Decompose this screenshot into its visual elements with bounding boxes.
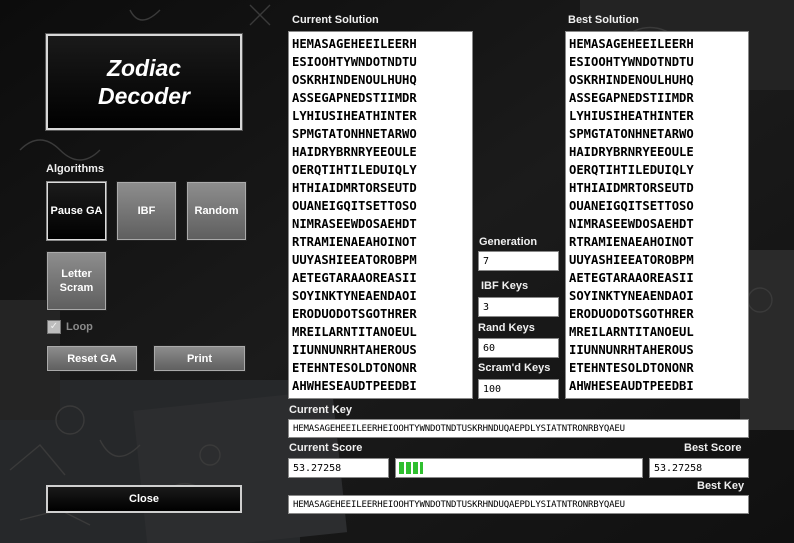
solution-line: OUANEIGQITSETTOSO [292,199,417,213]
solution-line: UUYASHIEEATOROBPM [569,253,694,267]
solution-line: ETEHNTESOLDTONONR [292,361,417,375]
solution-line: RTRAMIENAEAHOINOT [292,235,417,249]
solution-line: LYHIUSIHEATHINTER [292,109,417,123]
scram-keys-field: 100 [478,379,559,399]
solution-line: AETEGTARAAOREASII [292,271,417,285]
solution-line: OSKRHINDENOULHUHQ [569,73,694,87]
solution-line: OSKRHINDENOULHUHQ [292,73,417,87]
score-progress-bar [395,458,643,478]
loop-option[interactable]: ✓ Loop [47,320,93,334]
current-key-field: HEMASAGEHEEILEERHEIOOHTYWNDOTNDTUSKRHNDU… [288,419,749,438]
solution-line: ERODUODOTSGOTHRER [292,307,417,321]
solution-line: OERQTIHTILEDUIQLY [569,163,694,177]
solution-line: OERQTIHTILEDUIQLY [292,163,417,177]
best-solution-label: Best Solution [568,14,639,26]
current-score-field: 53.27258 [288,458,389,478]
solution-line: HEMASAGEHEEILEERH [569,37,694,51]
solution-line: NIMRASEEWDOSAEHDT [292,217,417,231]
solution-line: HAIDRYBRNRYEEOULE [292,145,417,159]
solution-line: OUANEIGQITSETTOSO [569,199,694,213]
loop-checkbox[interactable]: ✓ [47,320,61,334]
solution-line: AETEGTARAAOREASII [569,271,694,285]
best-score-label: Best Score [684,442,742,454]
solution-line: IIUNNUNRHTAHEROUS [292,343,417,357]
ibf-keys-field: 3 [478,297,559,317]
solution-line: SPMGTATONHNETARWO [569,127,694,141]
solution-line: MREILARNTITANOEUL [569,325,694,339]
best-key-field: HEMASAGEHEEILEERHEIOOHTYWNDOTNDTUSKRHNDU… [288,495,749,514]
app-title-line2: Decoder [97,83,191,109]
rand-keys-label: Rand Keys [478,322,535,334]
generation-label: Generation [479,236,538,248]
rand-keys-field: 60 [478,338,559,358]
letter-scram-button[interactable]: Letter Scram [46,251,107,311]
pause-ga-button[interactable]: Pause GA [46,181,107,241]
solution-line: SOYINKTYNEAENDAOI [569,289,694,303]
app-title-line1: Zodiac [106,55,182,81]
solution-line: MREILARNTITANOEUL [292,325,417,339]
solution-line: IIUNNUNRHTAHEROUS [569,343,694,357]
solution-line: NIMRASEEWDOSAEHDT [569,217,694,231]
algorithms-heading: Algorithms [46,163,105,175]
best-solution-grid: HEMASAGEHEEILEERH ESIOOHTYWNDOTNDTU OSKRHI… [565,31,749,399]
scram-keys-label: Scram'd Keys [478,362,551,374]
solution-line: ERODUODOTSGOTHRER [569,307,694,321]
close-button[interactable]: Close [46,485,242,513]
score-progress-fill [399,462,423,474]
solution-line: HTHIAIDMRTORSEUTD [569,181,694,195]
solution-line: AHWHESEAUDTPEEDBI [569,379,694,393]
generation-field: 7 [478,251,559,271]
solution-line: HAIDRYBRNRYEEOULE [569,145,694,159]
solution-line: ETEHNTESOLDTONONR [569,361,694,375]
current-solution-grid: HEMASAGEHEEILEERH ESIOOHTYWNDOTNDTU OSKRHI… [288,31,473,399]
solution-line: HEMASAGEHEEILEERH [292,37,417,51]
solution-line: HTHIAIDMRTORSEUTD [292,181,417,195]
solution-line: ESIOOHTYWNDOTNDTU [569,55,694,69]
solution-line: AHWHESEAUDTPEEDBI [292,379,417,393]
best-score-field: 53.27258 [649,458,749,478]
solution-line: ESIOOHTYWNDOTNDTU [292,55,417,69]
app-title: Zodiac Decoder [45,33,243,131]
random-button[interactable]: Random [186,181,247,241]
ibf-button[interactable]: IBF [116,181,177,241]
solution-line: SOYINKTYNEAENDAOI [292,289,417,303]
solution-line: ASSEGAPNEDSTIIMDR [569,91,694,105]
solution-line: SPMGTATONHNETARWO [292,127,417,141]
print-button[interactable]: Print [153,345,246,372]
solution-line: LYHIUSIHEATHINTER [569,109,694,123]
best-key-label: Best Key [697,480,745,492]
ibf-keys-label: IBF Keys [481,280,529,292]
loop-label: Loop [66,321,93,333]
current-score-label: Current Score [289,442,363,454]
solution-line: UUYASHIEEATOROBPM [292,253,417,267]
solution-line: RTRAMIENAEAHOINOT [569,235,694,249]
solution-line: ASSEGAPNEDSTIIMDR [292,91,417,105]
reset-ga-button[interactable]: Reset GA [46,345,138,372]
current-key-label: Current Key [289,404,352,416]
current-solution-label: Current Solution [292,14,379,26]
